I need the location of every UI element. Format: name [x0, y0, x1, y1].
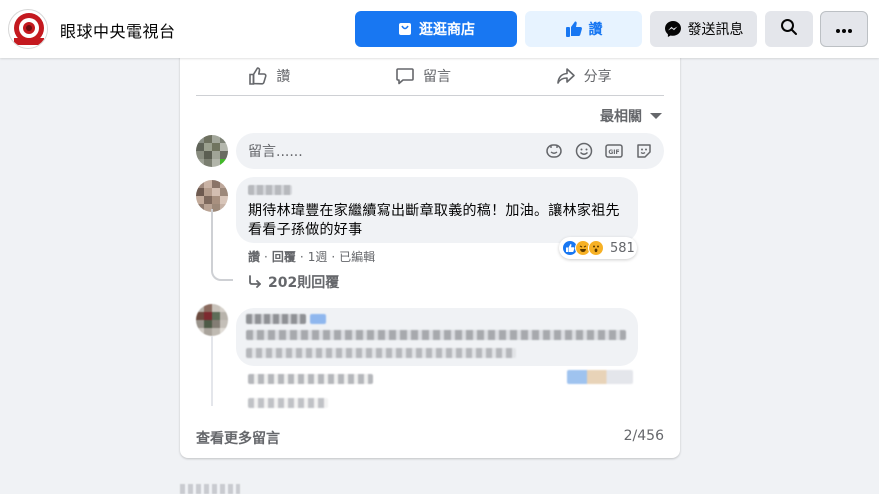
- page-header: 眼球中央電視台 逛逛商店 讚 發送訊息: [0, 0, 879, 58]
- comment-text-blurred: [246, 348, 516, 358]
- page-logo[interactable]: [8, 9, 48, 49]
- composer-icons: GIF: [544, 141, 654, 161]
- commenter-name-blurred[interactable]: [248, 185, 292, 195]
- caret-down-icon: [650, 113, 662, 119]
- svg-text:GIF: GIF: [608, 149, 619, 156]
- reply-thread-line: [211, 209, 233, 281]
- comment-reply-link[interactable]: 回覆: [272, 248, 296, 265]
- visit-shop-button[interactable]: 逛逛商店: [355, 11, 517, 47]
- comment-action-label: 留言: [422, 68, 451, 85]
- like-action-button[interactable]: 讚: [248, 66, 290, 86]
- eye-logo-icon: [10, 11, 47, 48]
- replies-link-blurred[interactable]: [248, 398, 328, 408]
- separator-dot: ·: [264, 249, 268, 264]
- comments-footer: 查看更多留言 2/456: [196, 428, 664, 448]
- comments-counter: 2/456: [623, 428, 664, 444]
- sort-label: 最相關: [600, 109, 642, 125]
- comment-bubble: 期待林瑋豐在家繼續寫出斷章取義的稿！加油。讓林家祖先看看子孫做的好事: [236, 177, 638, 243]
- comment-like-link[interactable]: 讚: [248, 248, 260, 265]
- thumbs-up-icon: [565, 20, 583, 38]
- messenger-icon: [664, 20, 682, 38]
- like-page-button[interactable]: 讚: [525, 11, 642, 47]
- post-actions-bar: 讚 留言 分享: [196, 56, 664, 96]
- comment-input[interactable]: 留言...... GIF: [236, 133, 664, 169]
- comment-reactions-blurred[interactable]: [567, 370, 633, 384]
- reaction-count: 581: [610, 240, 635, 256]
- comment-timestamp[interactable]: 1週: [308, 248, 328, 265]
- share-action-button[interactable]: 分享: [556, 66, 612, 86]
- page-title[interactable]: 眼球中央電視台: [60, 18, 176, 42]
- shop-bag-icon: [397, 21, 413, 37]
- comment-action-button[interactable]: 留言: [395, 66, 451, 86]
- next-post-blurred: [180, 484, 240, 494]
- comment-meta: 讚 · 回覆 · 1週 · 已編輯: [248, 248, 375, 265]
- sticker-icon[interactable]: [544, 141, 564, 161]
- separator-dot: ·: [299, 249, 304, 264]
- share-action-label: 分享: [583, 68, 612, 85]
- send-message-label: 發送訊息: [687, 22, 744, 38]
- comment-edited-label: 已編輯: [339, 250, 376, 264]
- comment-bubble-blurred: [236, 308, 638, 366]
- comment-text: 期待林瑋豐在家繼續寫出斷章取義的稿！加油。讓林家祖先看看子孫做的好事: [248, 203, 620, 238]
- comment-meta-blurred: [248, 374, 373, 384]
- post-card: 讚 留言 分享 最相關 留言...... GIF 期待林瑋豐在家繼續寫出斷章取義…: [180, 46, 680, 458]
- view-more-comments-link[interactable]: 查看更多留言: [196, 428, 280, 448]
- like-action-label: 讚: [276, 68, 291, 85]
- comment-sort-dropdown[interactable]: 最相關: [600, 106, 662, 126]
- commenter-name-blurred[interactable]: [246, 314, 306, 324]
- share-icon: [556, 66, 576, 86]
- more-button[interactable]: [820, 11, 868, 47]
- more-icon: [836, 21, 852, 37]
- commenter-avatar[interactable]: [196, 180, 228, 212]
- blurred-badge: [310, 314, 326, 324]
- wow-reaction-icon: [588, 240, 604, 256]
- replies-count-label: 202則回覆: [268, 275, 340, 291]
- current-user-avatar[interactable]: [196, 135, 228, 167]
- comment-text-blurred: [246, 330, 626, 340]
- emoji-icon[interactable]: [574, 141, 594, 161]
- comment-input-placeholder: 留言......: [248, 144, 303, 160]
- search-button[interactable]: [765, 11, 813, 47]
- comment-icon: [395, 66, 415, 86]
- send-message-button[interactable]: 發送訊息: [650, 11, 757, 47]
- view-replies-link[interactable]: 202則回覆: [248, 272, 339, 292]
- thumbs-up-outline-icon: [248, 66, 268, 86]
- visit-shop-label: 逛逛商店: [419, 22, 475, 38]
- commenter-avatar[interactable]: [196, 304, 228, 336]
- sticker-face-icon[interactable]: [634, 141, 654, 161]
- search-icon: [780, 18, 798, 40]
- like-page-label: 讚: [588, 22, 603, 38]
- gif-icon[interactable]: GIF: [604, 141, 624, 161]
- reply-arrow-icon: [248, 275, 262, 289]
- comment-reactions[interactable]: 581: [559, 237, 637, 259]
- reply-thread-line: [211, 336, 213, 406]
- separator-dot: ·: [331, 249, 336, 264]
